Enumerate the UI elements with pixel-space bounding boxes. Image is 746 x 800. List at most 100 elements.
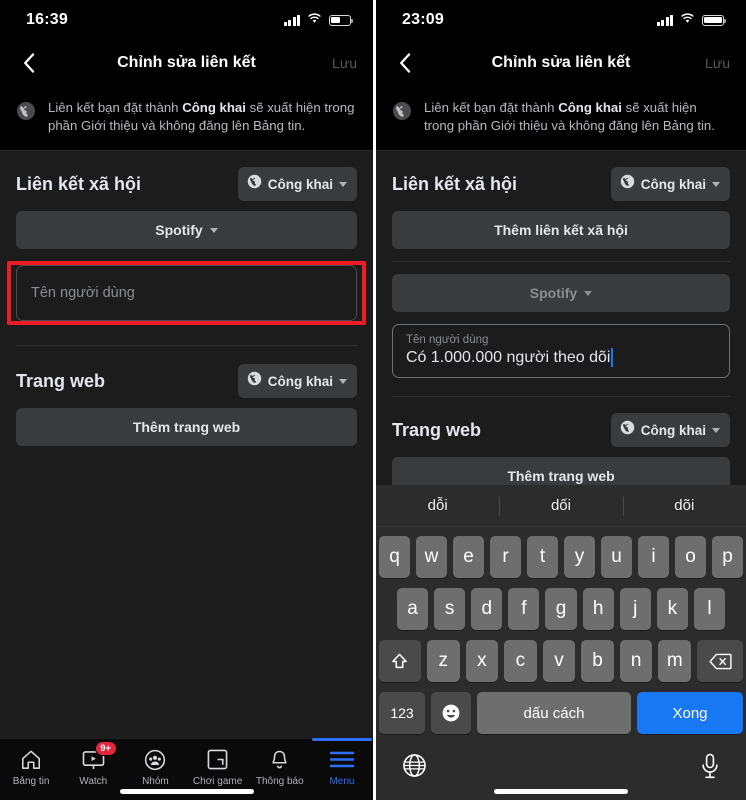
sidebar-item-bang-tin[interactable]: Bảng tin — [0, 739, 62, 787]
globe-icon — [247, 371, 262, 391]
key-g[interactable]: g — [545, 588, 577, 630]
platform-selector-spotify[interactable]: Spotify — [16, 211, 357, 249]
home-indicator — [119, 789, 254, 794]
username-value-row: Có 1.000.000 người theo dõi — [406, 348, 716, 367]
numbers-key[interactable]: 123 — [379, 692, 425, 734]
website-privacy-dropdown[interactable]: Công khai — [610, 413, 730, 447]
add-website-button[interactable]: Thêm trang web — [16, 408, 357, 446]
add-social-link-label: Thêm liên kết xã hội — [494, 222, 628, 238]
website-privacy-label: Công khai — [640, 422, 706, 438]
tab-label: Menu — [329, 776, 355, 787]
website-section-header: Trang web Công khai — [376, 409, 746, 457]
username-placeholder: Tên người dùng — [31, 285, 135, 301]
privacy-info-text: Liên kết bạn đặt thành Công khai sẽ xuất… — [424, 99, 730, 135]
social-links-title: Liên kết xã hội — [16, 173, 142, 194]
key-v[interactable]: v — [542, 640, 576, 682]
key-t[interactable]: t — [527, 536, 558, 578]
key-e[interactable]: e — [453, 536, 484, 578]
username-input[interactable]: Tên người dùng — [16, 265, 357, 321]
tab-label: Thông báo — [255, 776, 304, 787]
section-divider — [392, 261, 730, 262]
screenshot-comparison: 16:39 Chỉnh sửa liên kết Lưu Liên kết bạ… — [0, 0, 746, 800]
sidebar-item-nhom[interactable]: Nhóm — [124, 739, 186, 787]
key-x[interactable]: x — [465, 640, 499, 682]
home-icon — [20, 748, 42, 771]
suggestion-item[interactable]: dỗi — [376, 497, 499, 514]
tab-label: Watch — [79, 776, 108, 787]
key-o[interactable]: o — [675, 536, 706, 578]
phone-screen-left: 16:39 Chỉnh sửa liên kết Lưu Liên kết bạ… — [0, 0, 373, 800]
key-j[interactable]: j — [619, 588, 651, 630]
shift-icon[interactable] — [378, 640, 421, 682]
key-k[interactable]: k — [656, 588, 688, 630]
key-m[interactable]: m — [658, 640, 692, 682]
page-title: Chỉnh sửa liên kết — [491, 54, 631, 71]
key-n[interactable]: n — [619, 640, 653, 682]
privacy-info-banner: Liên kết bạn đặt thành Công khai sẽ xuất… — [376, 86, 746, 151]
social-privacy-dropdown[interactable]: Công khai — [610, 167, 730, 201]
add-social-link-button[interactable]: Thêm liên kết xã hội — [392, 211, 730, 249]
backspace-icon[interactable] — [697, 640, 744, 682]
username-floating-label: Tên người dùng — [406, 334, 489, 346]
key-l[interactable]: l — [693, 588, 725, 630]
key-q[interactable]: q — [379, 536, 410, 578]
website-privacy-label: Công khai — [267, 373, 333, 389]
battery-icon — [702, 14, 726, 26]
key-p[interactable]: p — [712, 536, 743, 578]
watch-icon: 9+ — [82, 741, 117, 771]
globe-icon — [620, 174, 635, 194]
wifi-icon — [307, 11, 322, 29]
done-key[interactable]: Xong — [637, 692, 743, 734]
key-r[interactable]: r — [490, 536, 521, 578]
key-h[interactable]: h — [582, 588, 614, 630]
website-title: Trang web — [392, 419, 482, 440]
sidebar-item-thong-bao[interactable]: Thông báo — [249, 739, 311, 787]
social-links-section-header: Liên kết xã hội Công khai — [376, 151, 746, 211]
key-u[interactable]: u — [601, 536, 632, 578]
social-privacy-dropdown[interactable]: Công khai — [237, 167, 357, 201]
on-screen-keyboard: dỗi dối dõi q w e r t y u i o p a s d f — [376, 485, 746, 800]
suggestion-item[interactable]: dõi — [623, 497, 746, 514]
settings-content-left: Liên kết xã hội Công khai Spotify Tên ng… — [0, 151, 373, 778]
privacy-info-text: Liên kết bạn đặt thành Công khai sẽ xuất… — [48, 99, 357, 135]
key-y[interactable]: y — [564, 536, 595, 578]
globe-icon — [392, 101, 412, 126]
sidebar-item-watch[interactable]: 9+ Watch — [62, 739, 124, 787]
key-c[interactable]: c — [504, 640, 537, 682]
page-title: Chỉnh sửa liên kết — [117, 54, 256, 71]
info-text-part1: Liên kết bạn đặt thành — [424, 100, 559, 115]
save-button[interactable]: Lưu — [705, 55, 730, 71]
phone-screen-right: 23:09 Chỉnh sửa liên kết Lưu Liên kết bạ… — [376, 0, 746, 800]
back-button[interactable] — [16, 50, 42, 76]
privacy-info-banner: Liên kết bạn đặt thành Công khai sẽ xuất… — [0, 86, 373, 151]
key-w[interactable]: w — [416, 536, 447, 578]
key-f[interactable]: f — [508, 588, 540, 630]
website-privacy-dropdown[interactable]: Công khai — [237, 364, 357, 398]
chevron-down-icon — [712, 181, 720, 187]
microphone-icon[interactable] — [700, 753, 720, 784]
globe-icon — [16, 101, 36, 126]
back-button[interactable] — [392, 50, 418, 76]
suggestion-item[interactable]: dối — [499, 497, 622, 514]
space-key[interactable]: dấu cách — [477, 692, 631, 734]
website-title: Trang web — [16, 370, 106, 391]
key-a[interactable]: a — [397, 588, 429, 630]
globe-icon[interactable] — [402, 753, 427, 783]
key-s[interactable]: s — [434, 588, 466, 630]
username-input-focused[interactable]: Tên người dùng Có 1.000.000 người theo d… — [392, 324, 730, 378]
add-website-label: Thêm trang web — [507, 468, 615, 484]
sidebar-item-choi-game[interactable]: Chơi game — [187, 739, 249, 787]
chevron-down-icon — [209, 227, 218, 233]
chevron-down-icon — [584, 290, 593, 296]
key-d[interactable]: d — [471, 588, 503, 630]
key-z[interactable]: z — [426, 640, 460, 682]
emoji-icon[interactable] — [431, 692, 471, 734]
status-bar-left: 16:39 — [0, 0, 373, 40]
key-b[interactable]: b — [581, 640, 614, 682]
save-button[interactable]: Lưu — [332, 55, 357, 71]
key-i[interactable]: i — [638, 536, 669, 578]
sidebar-item-menu[interactable]: Menu — [311, 738, 373, 787]
watch-badge: 9+ — [94, 741, 117, 757]
nav-bar-left: Chỉnh sửa liên kết Lưu — [0, 40, 373, 86]
platform-selector-spotify[interactable]: Spotify — [392, 274, 730, 312]
